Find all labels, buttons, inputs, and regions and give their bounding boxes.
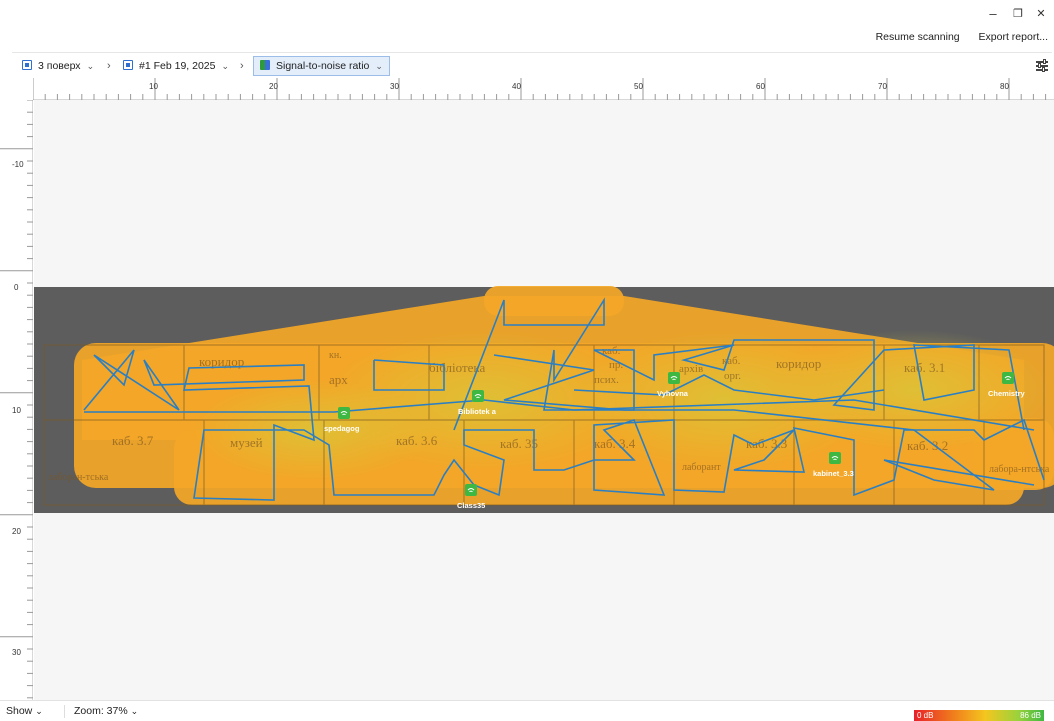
access-point-label: Class35 — [457, 501, 485, 510]
y-tick-label: -10 — [12, 160, 24, 169]
room-label: каб. 3.4 — [594, 436, 636, 451]
x-tick-label: 20 — [269, 82, 278, 91]
breadcrumb-floor-label: 3 поверх — [38, 60, 81, 72]
show-menu-button[interactable]: Show ⌄ — [6, 705, 43, 717]
show-label: Show — [6, 705, 33, 717]
wifi-icon — [472, 390, 484, 402]
survey-icon — [123, 60, 133, 70]
wifi-icon — [668, 372, 680, 384]
room-label: каб. 35 — [500, 436, 538, 451]
y-tick-label: 10 — [12, 406, 21, 415]
wifi-icon — [338, 407, 350, 419]
x-tick-label: 30 — [390, 82, 399, 91]
zoom-label: Zoom: 37% — [74, 705, 128, 717]
chevron-down-icon: ⌄ — [221, 61, 230, 71]
y-tick-label: 0 — [14, 283, 19, 292]
room-label: архів — [679, 363, 703, 375]
maximize-button[interactable]: ❐ — [1008, 6, 1028, 22]
room-label: бібліотека — [429, 360, 486, 375]
room-label: лаборан-тська — [48, 472, 109, 483]
floor-icon — [22, 60, 32, 70]
title-bar: – ❐ ✕ — [0, 0, 1054, 28]
wifi-icon — [829, 452, 841, 464]
access-point-label: spedagog — [324, 424, 360, 433]
breadcrumb-survey-label: #1 Feb 19, 2025 — [139, 60, 216, 72]
map-canvas[interactable]: коридор кн. арх бібліотека каб. пр. псих… — [34, 100, 1054, 700]
minimize-button[interactable]: – — [983, 6, 1003, 22]
resume-scanning-button[interactable]: Resume scanning — [876, 31, 960, 43]
vertical-ruler-ticks — [0, 99, 33, 699]
x-tick-label: 70 — [878, 82, 887, 91]
y-tick-label: 30 — [12, 648, 21, 657]
room-label: коридор — [776, 356, 821, 371]
room-label: арх — [329, 372, 348, 387]
room-label: кн. — [329, 350, 342, 361]
horizontal-ruler: 10 20 30 40 50 60 70 80 — [32, 78, 1054, 100]
room-label: музей — [230, 435, 263, 450]
breadcrumb: 3 поверх ⌄ › #1 Feb 19, 2025 ⌄ › Signal-to… — [12, 52, 1052, 76]
room-label: лаборант — [682, 462, 721, 473]
access-point-label: Vyhovna — [657, 389, 689, 398]
breadcrumb-survey[interactable]: #1 Feb 19, 2025 ⌄ — [123, 57, 229, 75]
wifi-icon — [1002, 372, 1014, 384]
x-tick-label: 60 — [756, 82, 765, 91]
access-point-label: Bibliotek a — [458, 407, 497, 416]
heatmap-overlay: коридор кн. арх бібліотека каб. пр. псих… — [43, 286, 1054, 510]
wifi-icon — [465, 484, 477, 496]
chevron-down-icon: ⌄ — [86, 61, 95, 71]
chevron-down-icon: ⌄ — [375, 61, 383, 71]
x-tick-label: 80 — [1000, 82, 1009, 91]
breadcrumb-visualization[interactable]: Signal-to-noise ratio ⌄ — [253, 56, 390, 76]
snr-legend: 0 dB 86 dB — [914, 710, 1044, 721]
export-report-button[interactable]: Export report... — [979, 31, 1048, 43]
chevron-right-icon: › — [107, 60, 111, 72]
x-tick-label: 40 — [512, 82, 521, 91]
filter-settings-icon[interactable] — [1036, 59, 1048, 72]
chevron-right-icon: › — [240, 60, 244, 72]
room-label: орг. — [724, 370, 741, 382]
divider — [64, 705, 65, 718]
breadcrumb-floor[interactable]: 3 поверх ⌄ — [22, 57, 94, 75]
top-actions: Resume scanning Export report... — [860, 31, 1048, 47]
room-label: каб. 3.6 — [396, 433, 438, 448]
access-point-label: kabinet_3.3 — [813, 469, 854, 478]
horizontal-ruler-ticks — [32, 78, 1047, 100]
room-label: каб. 3.1 — [904, 360, 945, 375]
access-point-label: Chemistry — [988, 389, 1026, 398]
x-tick-label: 50 — [634, 82, 643, 91]
snr-icon — [260, 60, 270, 70]
y-tick-label: 20 — [12, 527, 21, 536]
legend-max-label: 86 dB — [1020, 711, 1041, 720]
x-tick-label: 10 — [149, 82, 158, 91]
room-label: псих. — [594, 374, 619, 386]
room-label: каб. 3.7 — [112, 433, 154, 448]
chevron-down-icon: ⌄ — [130, 706, 139, 716]
status-bar: Show ⌄ Zoom: 37% ⌄ — [0, 700, 1054, 721]
chevron-down-icon: ⌄ — [35, 706, 43, 716]
zoom-menu-button[interactable]: Zoom: 37% ⌄ — [74, 705, 138, 717]
vertical-ruler: -10 0 10 20 30 — [0, 99, 33, 700]
close-button[interactable]: ✕ — [1031, 6, 1051, 22]
breadcrumb-visualization-label: Signal-to-noise ratio — [276, 60, 370, 72]
legend-min-label: 0 dB — [917, 711, 934, 720]
